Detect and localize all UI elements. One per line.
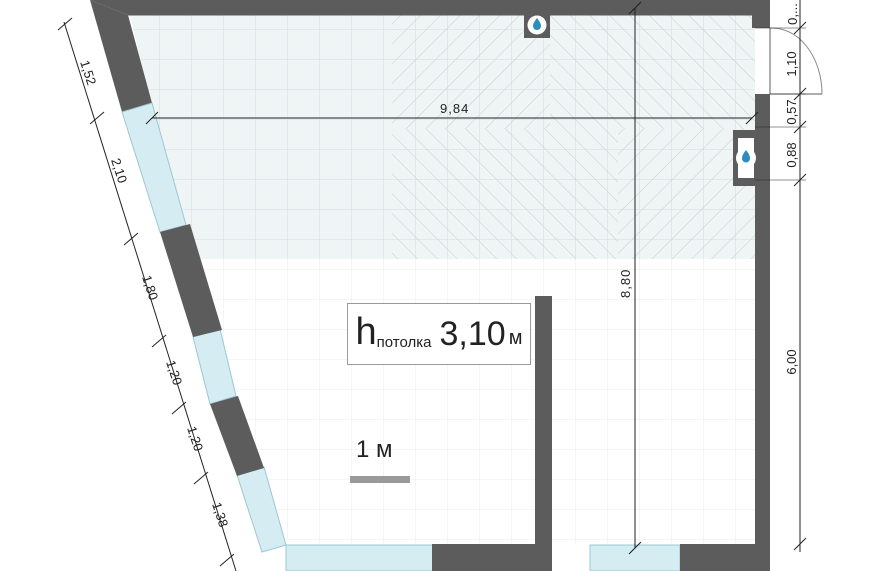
dimension-label-left-2: 2,10 (108, 156, 130, 185)
ceiling-height-prefix: h (355, 311, 377, 353)
dimension-label-width: 8,80 (618, 269, 633, 298)
dimension-label-left-4: 1,20 (163, 358, 185, 387)
scale-label: 1 м (356, 436, 393, 463)
window-bottom-2 (589, 544, 681, 571)
floor-grid (130, 15, 755, 543)
partition-wall (535, 296, 552, 546)
water-riser-top (524, 12, 550, 38)
dimension-label-right-0: 0,... (785, 3, 800, 25)
dimension-label-left-6: 1,38 (209, 500, 231, 529)
ceiling-height-label: h потолка 3,10 м (347, 303, 531, 365)
wall-bottom-2 (680, 544, 770, 571)
dimension-label-right-1: 1,10 (784, 51, 799, 76)
water-riser-right (733, 130, 759, 186)
dimension-label-right-2: 0,57 (784, 99, 799, 124)
dimension-label-right-3: 0,88 (784, 142, 799, 167)
floor-plan: 9,84 8,80 1,52 2,10 1,80 1,20 1,20 1,38 (57, 0, 823, 571)
ceiling-height-unit: м (508, 326, 523, 349)
window-bottom-1 (285, 544, 435, 571)
ceiling-height-subscript: потолка (376, 333, 432, 351)
dimension-label-left-5: 1,20 (184, 424, 206, 453)
dimension-label-left-1: 1,52 (77, 58, 99, 87)
dimension-label-right-4: 6,00 (784, 349, 799, 374)
dimension-label-left-3: 1,80 (139, 273, 161, 302)
dimension-label-length: 9,84 (440, 101, 469, 116)
scale-bar (350, 476, 410, 483)
wall-bottom-1 (432, 544, 552, 571)
wall-right-stub (752, 0, 770, 28)
ceiling-height-value: 3,10 (439, 314, 506, 353)
